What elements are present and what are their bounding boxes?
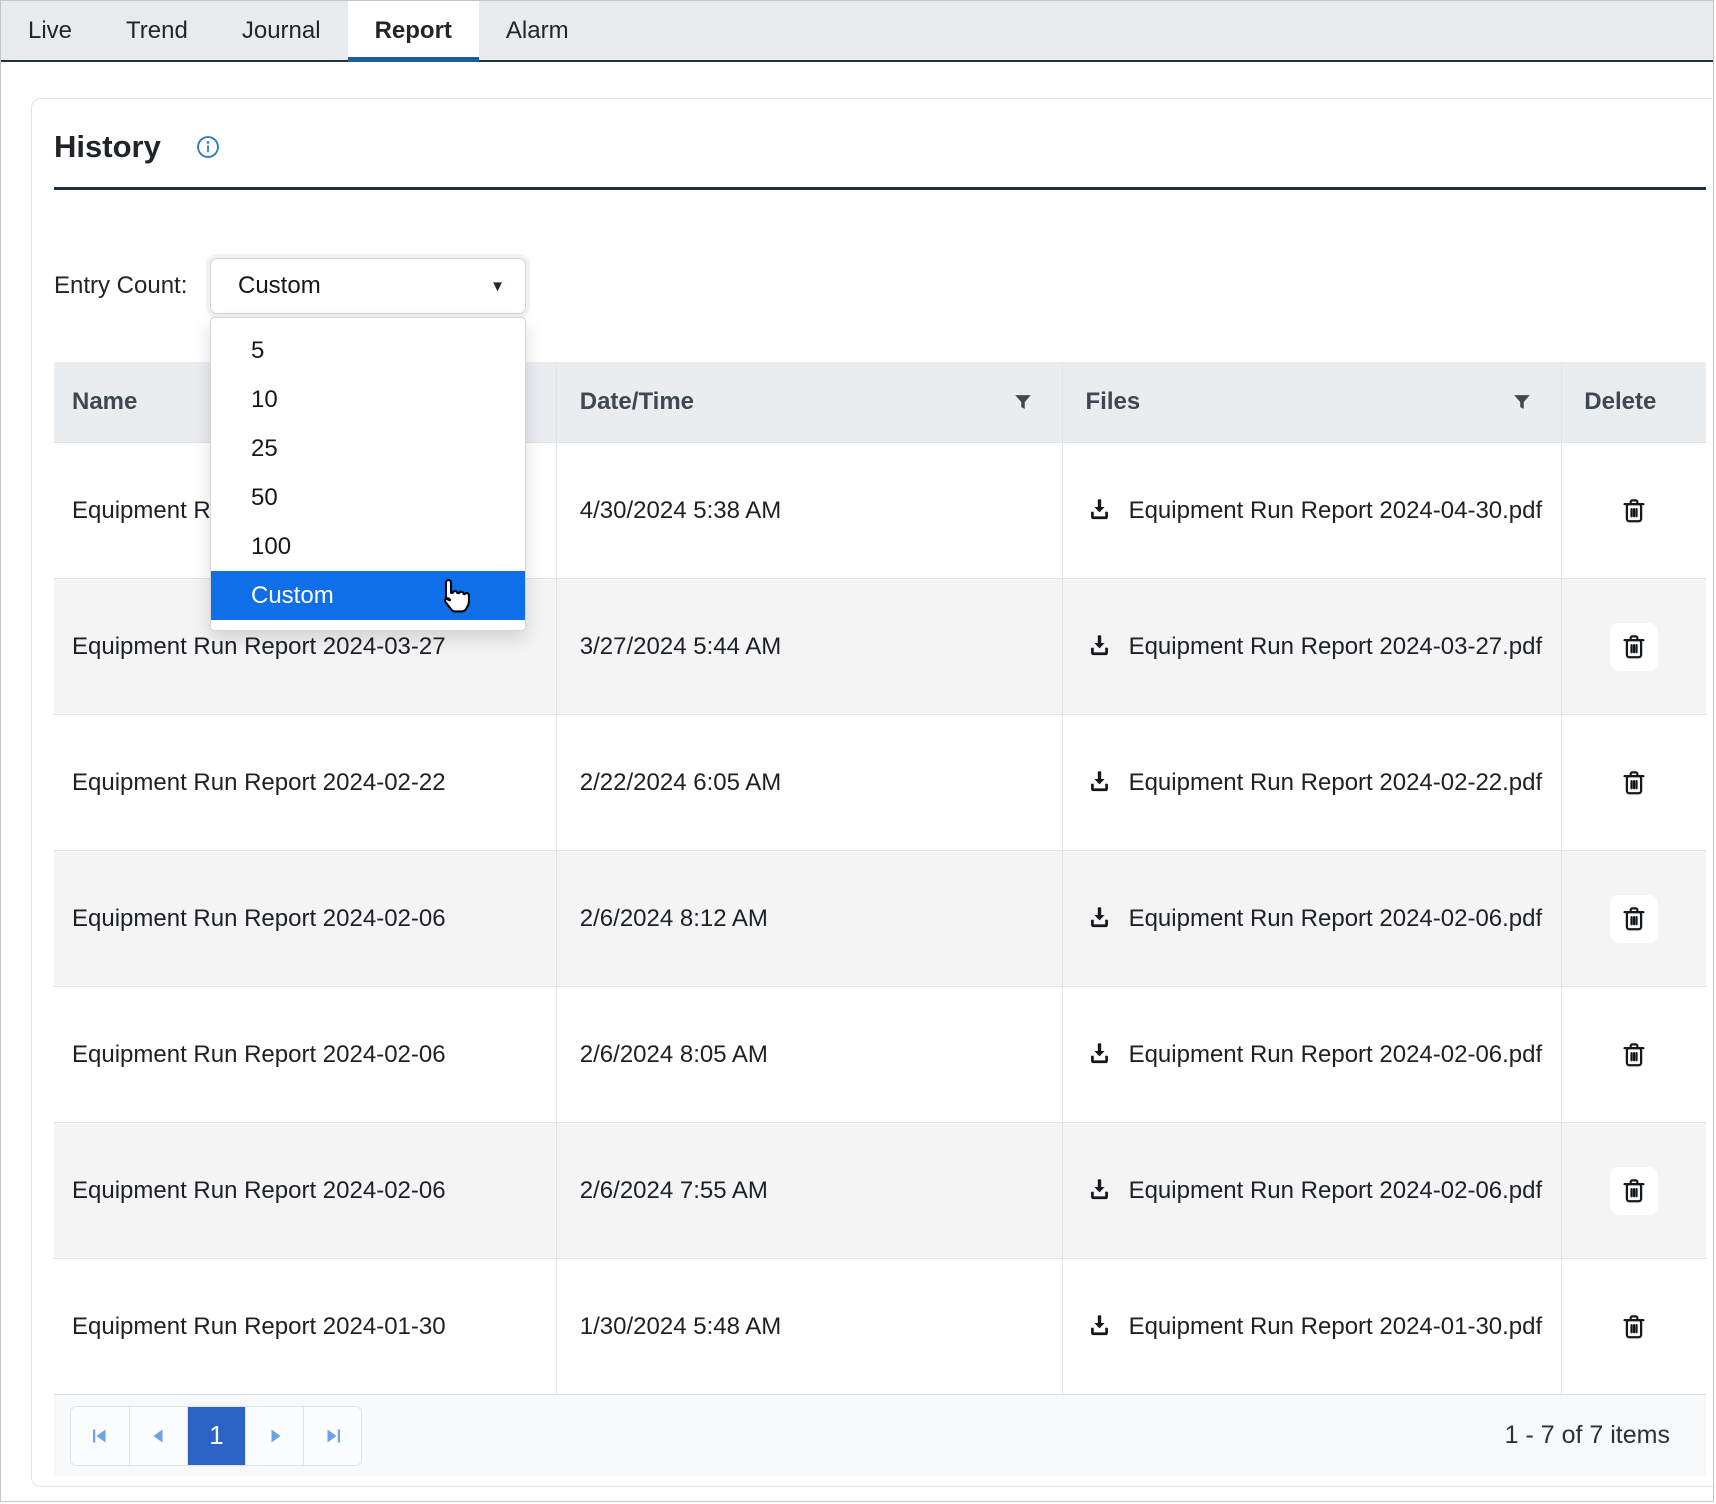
download-icon <box>1086 1312 1113 1339</box>
download-icon <box>1086 632 1113 659</box>
entry-count-option-custom[interactable]: Custom <box>211 571 525 620</box>
entry-count-option-25[interactable]: 25 <box>211 424 525 473</box>
pagination-bar: 1 1 - 7 of 7 items <box>54 1394 1706 1476</box>
last-page-icon <box>321 1424 345 1448</box>
delete-button[interactable] <box>1610 1031 1658 1079</box>
entry-count-option-100[interactable]: 100 <box>211 522 525 571</box>
first-page-icon <box>88 1424 112 1448</box>
delete-button[interactable] <box>1610 1303 1658 1351</box>
history-panel: History Entry Count: Custom ▼ 5 10 25 <box>31 98 1714 1487</box>
trash-icon <box>1619 768 1649 798</box>
table-row: Equipment Run Report 2024-02-06 2/6/2024… <box>54 1122 1706 1258</box>
chevron-left-icon <box>147 1424 171 1448</box>
download-icon <box>1086 496 1113 523</box>
report-name: Equipment Run Report 2024-02-06 <box>72 1041 446 1069</box>
file-download-link[interactable]: Equipment Run Report 2024-02-22.pdf <box>1086 759 1543 807</box>
trash-icon <box>1619 496 1649 526</box>
info-icon[interactable] <box>195 134 221 160</box>
report-name: Equipment Run Report 2024-02-06 <box>72 1177 446 1205</box>
last-page-button[interactable] <box>303 1407 361 1465</box>
page-1-button[interactable]: 1 <box>187 1407 245 1465</box>
tab-live[interactable]: Live <box>1 1 99 60</box>
trash-icon <box>1619 1040 1649 1070</box>
chevron-right-icon <box>263 1424 287 1448</box>
download-icon <box>1086 1040 1113 1067</box>
entry-count-select[interactable]: Custom ▼ 5 10 25 50 100 Custom <box>210 258 526 314</box>
previous-page-button[interactable] <box>129 1407 187 1465</box>
trash-icon <box>1619 1176 1649 1206</box>
page-title: History <box>54 129 161 165</box>
report-datetime: 4/30/2024 5:38 AM <box>580 497 782 525</box>
download-icon <box>1086 768 1113 795</box>
tab-report[interactable]: Report <box>348 1 479 60</box>
table-row: Equipment Run Report 2024-01-30 1/30/202… <box>54 1258 1706 1394</box>
entry-count-option-5[interactable]: 5 <box>211 326 525 375</box>
file-download-link[interactable]: Equipment Run Report 2024-02-06.pdf <box>1086 1031 1543 1079</box>
table-row: Equipment Run Report 2024-02-06 2/6/2024… <box>54 986 1706 1122</box>
report-datetime: 2/22/2024 6:05 AM <box>580 769 782 797</box>
tab-alarm[interactable]: Alarm <box>479 1 596 60</box>
delete-button[interactable] <box>1610 895 1658 943</box>
column-header-name: Name <box>72 388 137 416</box>
file-download-link[interactable]: Equipment Run Report 2024-02-06.pdf <box>1086 1167 1543 1215</box>
next-page-button[interactable] <box>245 1407 303 1465</box>
report-name: Equipment Run Report 2024-02-22 <box>72 769 446 797</box>
file-download-link[interactable]: Equipment Run Report 2024-02-06.pdf <box>1086 895 1543 943</box>
delete-button[interactable] <box>1610 759 1658 807</box>
report-datetime: 1/30/2024 5:48 AM <box>580 1313 782 1341</box>
filter-icon[interactable] <box>1012 391 1034 413</box>
download-icon <box>1086 904 1113 931</box>
file-download-link[interactable]: Equipment Run Report 2024-03-27.pdf <box>1086 623 1543 671</box>
entry-count-option-50[interactable]: 50 <box>211 473 525 522</box>
table-row: Equipment Run Report 2024-02-22 2/22/202… <box>54 714 1706 850</box>
column-header-files: Files <box>1086 388 1141 416</box>
report-name: Equipment Run Report 2024-01-30 <box>72 1313 446 1341</box>
file-download-link[interactable]: Equipment Run Report 2024-01-30.pdf <box>1086 1303 1543 1351</box>
report-name: Equipment Run Report 2024-03-27 <box>72 633 446 661</box>
entry-count-option-10[interactable]: 10 <box>211 375 525 424</box>
table-row: Equipment Run Report 2024-02-06 2/6/2024… <box>54 850 1706 986</box>
report-datetime: 3/27/2024 5:44 AM <box>580 633 782 661</box>
tab-bar: Live Trend Journal Report Alarm <box>1 1 1713 62</box>
report-datetime: 2/6/2024 8:12 AM <box>580 905 768 933</box>
report-datetime: 2/6/2024 8:05 AM <box>580 1041 768 1069</box>
entry-count-selected-value: Custom <box>238 272 321 300</box>
filter-icon[interactable] <box>1511 391 1533 413</box>
title-divider <box>54 187 1706 190</box>
report-name: Equipment Run Report 2024-02-06 <box>72 905 446 933</box>
trash-icon <box>1619 904 1649 934</box>
delete-button[interactable] <box>1610 1167 1658 1215</box>
delete-button[interactable] <box>1610 623 1658 671</box>
first-page-button[interactable] <box>71 1407 129 1465</box>
delete-button[interactable] <box>1610 487 1658 535</box>
entry-count-dropdown: 5 10 25 50 100 Custom <box>210 317 526 631</box>
column-header-datetime: Date/Time <box>580 388 694 416</box>
column-header-delete: Delete <box>1584 388 1656 416</box>
pagination-range-label: 1 - 7 of 7 items <box>1505 1421 1670 1450</box>
tab-journal[interactable]: Journal <box>215 1 348 60</box>
pagination-controls: 1 <box>70 1406 362 1466</box>
download-icon <box>1086 1176 1113 1203</box>
trash-icon <box>1619 632 1649 662</box>
chevron-down-icon: ▼ <box>490 278 505 295</box>
file-download-link[interactable]: Equipment Run Report 2024-04-30.pdf <box>1086 487 1543 535</box>
entry-count-label: Entry Count: <box>54 272 210 300</box>
trash-icon <box>1619 1312 1649 1342</box>
report-datetime: 2/6/2024 7:55 AM <box>580 1177 768 1205</box>
app-window: Live Trend Journal Report Alarm History … <box>0 0 1714 1502</box>
tab-trend[interactable]: Trend <box>99 1 215 60</box>
